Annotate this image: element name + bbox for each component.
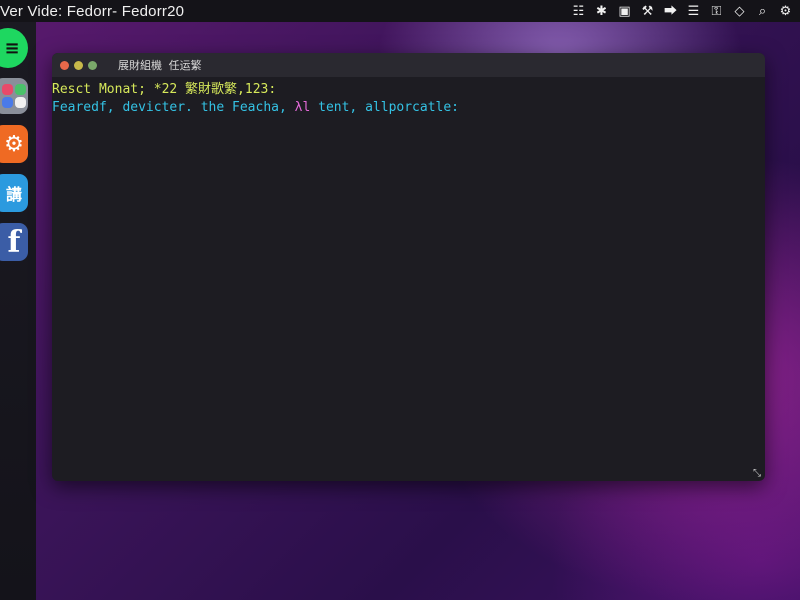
output-text: Fearedf, devicter. the Feacha, <box>52 100 287 115</box>
top-bar: Ver Vide: Fedorr- Fedorr20 ☷ ✱ ▣ ⚒ ⮕ ☰ ⚿… <box>0 0 800 22</box>
resize-handle-icon[interactable]: ⤡ <box>753 469 763 479</box>
output-text: tent, allporcatle: <box>310 100 460 115</box>
dock-item-spotify[interactable]: ≡ <box>0 28 28 68</box>
menu-icon[interactable]: ☰ <box>685 3 702 20</box>
bluetooth-icon[interactable]: ✱ <box>593 3 610 20</box>
maximize-button[interactable] <box>88 60 97 70</box>
lock-icon[interactable]: ⚿ <box>708 3 725 20</box>
terminal-title: 展財組機 任运繁 <box>118 59 202 72</box>
terminal-output[interactable]: Resct Monat; *22 繁財歌繁,123: Fearedf, devi… <box>52 77 765 117</box>
dock: ≡ ⚙ 講 f <box>0 22 36 600</box>
terminal-line: Fearedf, devicter. the Feacha, λl tent, … <box>52 99 765 117</box>
system-tray: ☷ ✱ ▣ ⚒ ⮕ ☰ ⚿ ◇ ⌕ ⚙ <box>570 3 794 20</box>
close-button[interactable] <box>60 60 69 70</box>
diamond-icon[interactable]: ◇ <box>731 3 748 20</box>
camera-icon[interactable]: ▣ <box>616 3 633 20</box>
dock-item-chat[interactable]: 講 <box>0 174 28 212</box>
ubuntu-icon: ⚙ <box>4 131 24 157</box>
grid-icon[interactable]: ☷ <box>570 3 587 20</box>
window-title: Ver Vide: Fedorr- Fedorr20 <box>0 2 185 20</box>
tools-icon[interactable]: ⚒ <box>639 3 656 20</box>
dock-item-ubuntu[interactable]: ⚙ <box>0 125 28 163</box>
app-grid-icon <box>2 84 26 108</box>
minimize-button[interactable] <box>74 60 83 70</box>
search-icon[interactable]: ⌕ <box>754 3 771 20</box>
output-text: λl <box>294 100 311 115</box>
terminal-window[interactable]: 展財組機 任运繁 Resct Monat; *22 繁財歌繁,123: Fear… <box>52 53 765 481</box>
dock-item-facebook[interactable]: f <box>0 223 28 261</box>
share-icon[interactable]: ⮕ <box>662 3 679 20</box>
facebook-icon: f <box>7 224 21 260</box>
dock-item-app-grid[interactable] <box>0 78 28 114</box>
settings-icon[interactable]: ⚙ <box>777 3 794 20</box>
spotify-icon: ≡ <box>4 37 20 59</box>
terminal-titlebar[interactable]: 展財組機 任运繁 <box>52 53 765 77</box>
terminal-line: Resct Monat; *22 繁財歌繁,123: <box>52 82 277 97</box>
chat-icon: 講 <box>5 185 22 204</box>
